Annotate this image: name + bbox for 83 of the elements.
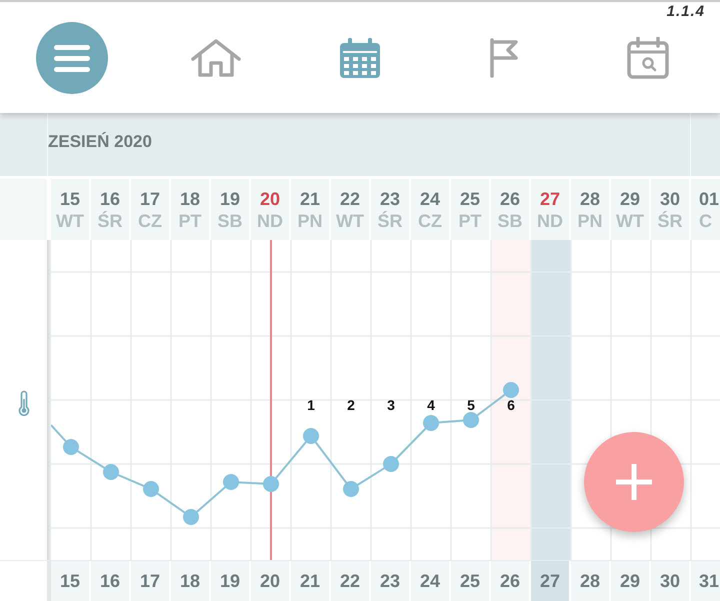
calendar-search-icon: [627, 37, 669, 79]
cycle-day-label: 3: [387, 397, 395, 413]
chart-point: [343, 481, 359, 497]
day-number: 27: [540, 188, 560, 210]
day-number-cell: 15: [51, 561, 91, 601]
day-number-cell: 30: [651, 561, 691, 601]
day-number: 21: [300, 188, 320, 210]
day-number-cell: 26: [491, 561, 531, 601]
day-number-cell: 25: [451, 561, 491, 601]
cycle-day-label: 1: [307, 397, 315, 413]
weekday-label: ND: [257, 210, 283, 232]
weekday-label: PT: [178, 210, 202, 232]
day-number-cell: 23: [371, 561, 411, 601]
flag-tab[interactable]: [489, 38, 519, 78]
weekday-label: WT: [616, 210, 644, 232]
cycle-day-label: 2: [347, 397, 355, 413]
day-number: 19: [220, 188, 240, 210]
day-number: 18: [180, 188, 200, 210]
day-number: 15: [60, 188, 80, 210]
cycle-day-label: 4: [427, 397, 435, 413]
weekday-label: CZ: [138, 210, 162, 232]
calendar-tab[interactable]: [340, 38, 380, 78]
menu-icon: [54, 44, 90, 72]
weekday-label: PT: [458, 210, 482, 232]
day-number: 26: [500, 188, 520, 210]
weekday-label: WT: [56, 210, 84, 232]
chart-point: [263, 476, 279, 492]
calendar-search-tab[interactable]: [627, 37, 669, 79]
weekday-label: WT: [336, 210, 364, 232]
day-number-cell: 27: [531, 561, 571, 601]
plus-icon: [616, 464, 652, 500]
weekday-label: ŚR: [377, 210, 402, 232]
day-number-cell: 21: [291, 561, 331, 601]
calendar-icon: [340, 38, 380, 78]
cycle-day-label: 5: [467, 397, 475, 413]
day-number-cell: 19: [211, 561, 251, 601]
day-number: 30: [660, 188, 680, 210]
day-number-cell: 16: [91, 561, 131, 601]
chart-point: [503, 382, 519, 398]
day-number: 23: [380, 188, 400, 210]
weekday-label: CZ: [418, 210, 442, 232]
day-number-cell: 28: [571, 561, 611, 601]
day-number: 22: [340, 188, 360, 210]
add-button[interactable]: [584, 432, 684, 532]
day-number: 01: [699, 188, 720, 210]
day-number: 28: [580, 188, 600, 210]
flag-icon: [489, 38, 519, 78]
weekday-label: C: [699, 210, 712, 232]
day-number-cell: 31: [691, 561, 720, 601]
home-tab[interactable]: [191, 39, 241, 77]
chart-point: [463, 412, 479, 428]
month-label: ZESIEŃ 2020: [48, 132, 152, 152]
chart-point: [183, 509, 199, 525]
weekday-label: ŚR: [97, 210, 122, 232]
weekday-label: PN: [297, 210, 322, 232]
day-number: 20: [260, 188, 280, 210]
chart-point: [143, 481, 159, 497]
chart-point: [423, 415, 439, 431]
home-icon: [191, 39, 241, 77]
weekday-label: PN: [577, 210, 602, 232]
day-number-cell: 17: [131, 561, 171, 601]
day-number-cell: 29: [611, 561, 651, 601]
day-number-cell: 22: [331, 561, 371, 601]
chart-point: [383, 456, 399, 472]
weekday-label: SB: [497, 210, 522, 232]
chart-point: [303, 428, 319, 444]
day-number-cell: 24: [411, 561, 451, 601]
chart-point: [223, 474, 239, 490]
thermometer-icon: [18, 390, 30, 416]
day-number: 25: [460, 188, 480, 210]
chart-point: [103, 464, 119, 480]
cycle-day-label: 6: [507, 397, 515, 413]
version-label: 1.1.4: [666, 2, 705, 22]
day-number: 29: [620, 188, 640, 210]
day-number: 17: [140, 188, 160, 210]
day-number: 16: [100, 188, 120, 210]
day-number-cell: 20: [251, 561, 291, 601]
weekday-label: SB: [217, 210, 242, 232]
chart-point: [63, 439, 79, 455]
day-number-cell: 18: [171, 561, 211, 601]
weekday-label: ND: [537, 210, 563, 232]
day-number: 24: [420, 188, 440, 210]
weekday-label: ŚR: [657, 210, 682, 232]
